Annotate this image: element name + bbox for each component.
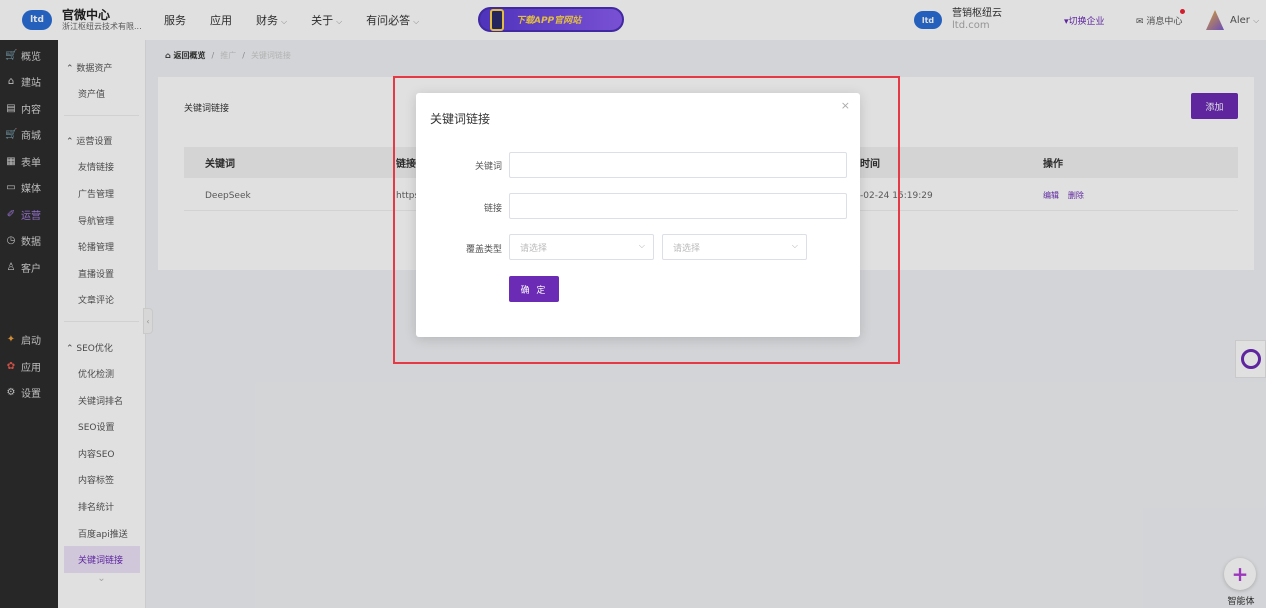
highlight-annotation-box	[393, 76, 900, 364]
